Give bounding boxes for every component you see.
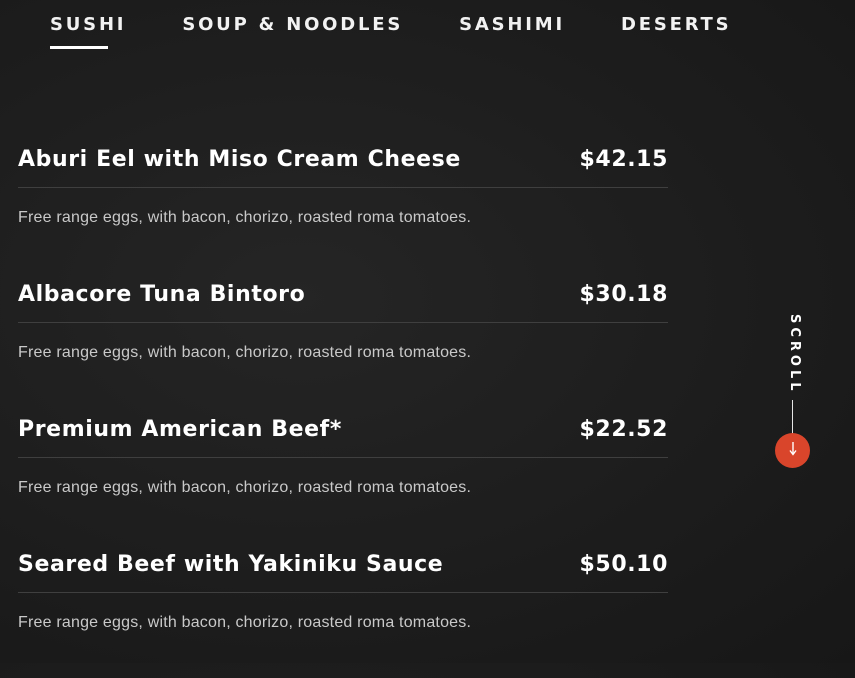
- tab-soup-noodles[interactable]: SOUP & NOODLES: [182, 14, 403, 49]
- menu-item-name: Premium American Beef*: [18, 417, 342, 442]
- menu-item-price: $22.52: [579, 417, 668, 442]
- menu-item-description: Free range eggs, with bacon, chorizo, ro…: [18, 479, 472, 496]
- menu-item: Premium American Beef* $22.52 Free range…: [18, 408, 668, 543]
- menu-item-name: Seared Beef with Yakiniku Sauce: [18, 552, 444, 577]
- menu-item: Albacore Tuna Bintoro $30.18 Free range …: [18, 273, 668, 408]
- menu-item-header: Albacore Tuna Bintoro $30.18: [18, 273, 668, 323]
- scroll-line: [792, 400, 793, 436]
- menu-item-description: Free range eggs, with bacon, chorizo, ro…: [18, 344, 472, 361]
- menu-category-tabs: SUSHI SOUP & NOODLES SASHIMI DESERTS: [50, 14, 787, 49]
- menu-item: Seared Beef with Yakiniku Sauce $50.10 F…: [18, 543, 668, 678]
- menu-item-name: Albacore Tuna Bintoro: [18, 282, 306, 307]
- menu-item-name: Aburi Eel with Miso Cream Cheese: [18, 147, 461, 172]
- menu-item-header: Aburi Eel with Miso Cream Cheese $42.15: [18, 138, 668, 188]
- menu-item-price: $50.10: [579, 552, 668, 577]
- arrow-down-icon: [788, 441, 798, 460]
- menu-item-header: Premium American Beef* $22.52: [18, 408, 668, 458]
- scroll-down-button[interactable]: [775, 433, 810, 468]
- menu-item-price: $42.15: [579, 147, 668, 172]
- menu-item: Aburi Eel with Miso Cream Cheese $42.15 …: [18, 138, 668, 273]
- menu-list: Aburi Eel with Miso Cream Cheese $42.15 …: [18, 138, 668, 678]
- menu-item-description: Free range eggs, with bacon, chorizo, ro…: [18, 209, 472, 226]
- menu-item-header: Seared Beef with Yakiniku Sauce $50.10: [18, 543, 668, 593]
- scroll-label: SCROLL: [787, 314, 802, 395]
- menu-item-price: $30.18: [579, 282, 668, 307]
- tab-deserts[interactable]: DESERTS: [621, 14, 731, 49]
- menu-item-description: Free range eggs, with bacon, chorizo, ro…: [18, 614, 472, 631]
- tab-sashimi[interactable]: SASHIMI: [459, 14, 565, 49]
- tab-sushi[interactable]: SUSHI: [50, 14, 126, 49]
